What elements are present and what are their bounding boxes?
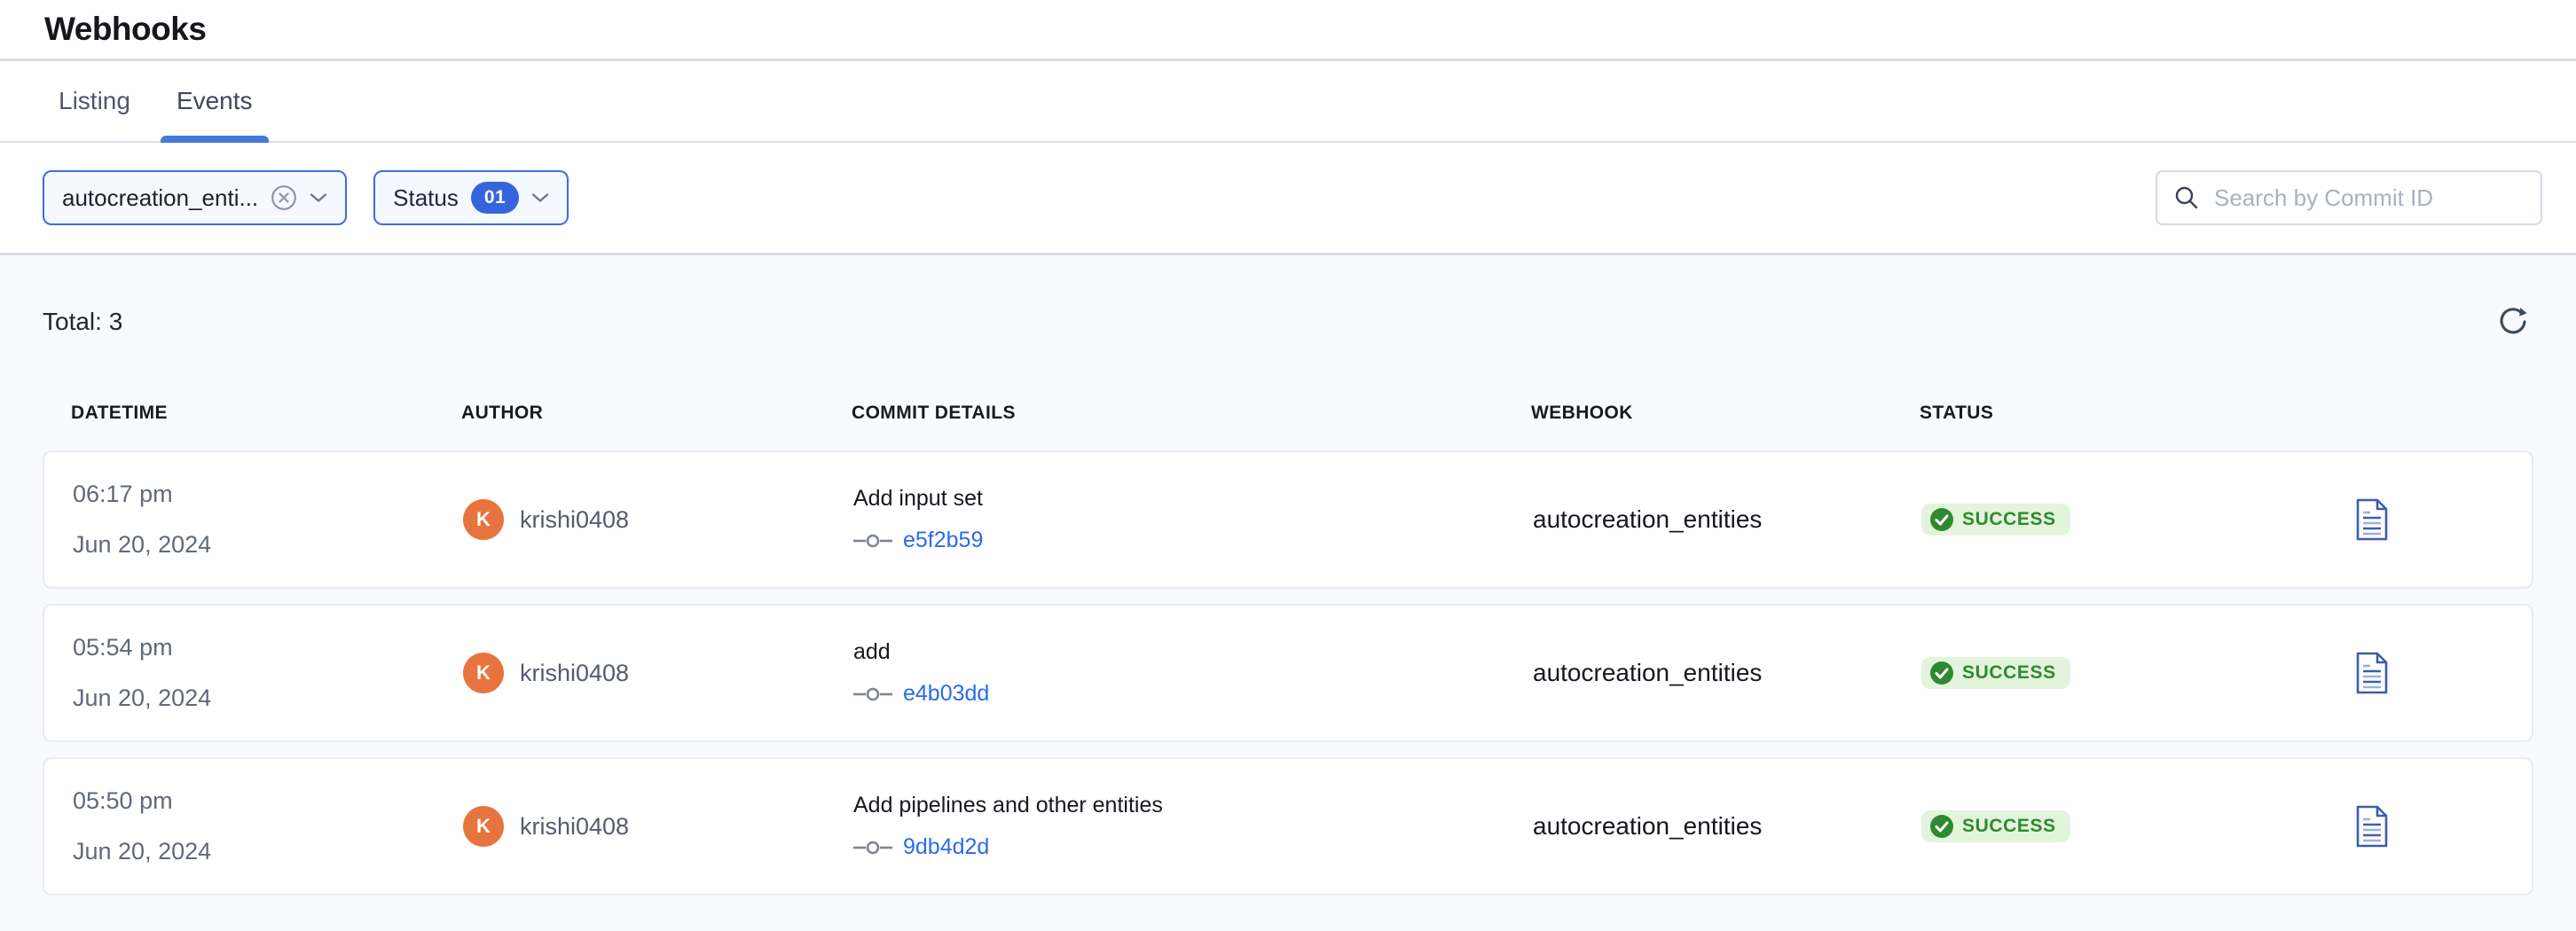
- results-toolbar: Total: 3: [43, 255, 2533, 342]
- col-header-webhook: WEBHOOK: [1531, 403, 1920, 424]
- check-circle-icon: [1930, 661, 1953, 685]
- search-icon: [2173, 184, 2200, 211]
- status-filter-chip[interactable]: Status 01: [373, 170, 569, 225]
- avatar: K: [463, 653, 504, 693]
- commit-details: add e4b03dd: [853, 639, 1533, 707]
- col-header-datetime: DATETIME: [71, 403, 461, 424]
- event-author: K krishi0408: [463, 499, 853, 540]
- col-header-status: STATUS: [1920, 403, 2239, 424]
- status-label: SUCCESS: [1962, 816, 2056, 837]
- table-row[interactable]: 05:54 pm Jun 20, 2024 K krishi0408 add: [43, 604, 2533, 742]
- status-filter-count-badge: 01: [471, 182, 519, 214]
- table-header-row: DATETIME AUTHOR COMMIT DETAILS WEBHOOK S…: [43, 403, 2533, 424]
- circled-x-icon[interactable]: [271, 184, 297, 211]
- event-date: Jun 20, 2024: [73, 531, 463, 559]
- col-header-commit-details: COMMIT DETAILS: [852, 403, 1531, 424]
- commit-id-link[interactable]: e4b03dd: [903, 681, 989, 707]
- check-circle-icon: [1930, 815, 1953, 838]
- author-name: krishi0408: [520, 660, 629, 687]
- tab-listing[interactable]: Listing: [43, 61, 146, 141]
- status-label: SUCCESS: [1962, 662, 2056, 684]
- payload-button[interactable]: [2353, 650, 2391, 696]
- commit-search-input[interactable]: [2214, 184, 2525, 212]
- document-icon: [2355, 652, 2389, 694]
- commit-message: Add input set: [853, 486, 1533, 512]
- table-row[interactable]: 06:17 pm Jun 20, 2024 K krishi0408 Add i…: [43, 450, 2533, 589]
- git-commit-icon: [853, 840, 892, 856]
- author-name: krishi0408: [520, 506, 629, 534]
- page-header: Webhooks: [0, 0, 2576, 61]
- event-author: K krishi0408: [463, 806, 853, 847]
- event-datetime: 05:54 pm Jun 20, 2024: [73, 634, 463, 712]
- event-author: K krishi0408: [463, 653, 853, 693]
- webhook-filter-label: autocreation_enti...: [62, 184, 258, 212]
- commit-id-link[interactable]: 9db4d2d: [903, 834, 989, 860]
- avatar: K: [463, 806, 504, 847]
- payload-button[interactable]: [2353, 497, 2391, 543]
- status-label: SUCCESS: [1962, 509, 2056, 530]
- webhook-name: autocreation_entities: [1533, 505, 1921, 534]
- commit-details: Add input set e5f2b59: [853, 486, 1533, 553]
- chevron-down-icon[interactable]: [531, 192, 549, 203]
- filter-bar: autocreation_enti... Status 01: [0, 143, 2576, 255]
- webhook-name: autocreation_entities: [1533, 812, 1921, 841]
- refresh-button[interactable]: [2493, 301, 2533, 342]
- page-title: Webhooks: [44, 11, 206, 48]
- event-date: Jun 20, 2024: [73, 685, 463, 712]
- col-header-author: AUTHOR: [461, 403, 852, 424]
- table-row[interactable]: 05:50 pm Jun 20, 2024 K krishi0408 Add p…: [43, 757, 2533, 896]
- tabbar: Listing Events: [0, 61, 2576, 143]
- avatar: K: [463, 499, 504, 540]
- event-datetime: 05:50 pm Jun 20, 2024: [73, 787, 463, 865]
- event-datetime: 06:17 pm Jun 20, 2024: [73, 481, 463, 559]
- commit-details: Add pipelines and other entities 9db4d2d: [853, 793, 1533, 860]
- event-time: 05:54 pm: [73, 634, 463, 661]
- event-date: Jun 20, 2024: [73, 838, 463, 865]
- tab-events[interactable]: Events: [161, 61, 269, 141]
- commit-search-box: [2156, 170, 2542, 225]
- status-filter-label: Status: [393, 184, 459, 212]
- status-badge: SUCCESS: [1921, 657, 2070, 689]
- document-icon: [2355, 498, 2389, 541]
- webhook-name: autocreation_entities: [1533, 659, 1921, 687]
- commit-message: add: [853, 639, 1533, 665]
- event-time: 05:50 pm: [73, 787, 463, 815]
- git-commit-icon: [853, 686, 892, 702]
- commit-id-link[interactable]: e5f2b59: [903, 528, 983, 553]
- webhook-filter-chip[interactable]: autocreation_enti...: [43, 170, 347, 225]
- git-commit-icon: [853, 533, 892, 549]
- events-content: Total: 3 DATETIME AUTHOR COMMIT DETAILS …: [0, 255, 2576, 931]
- check-circle-icon: [1930, 508, 1953, 531]
- commit-message: Add pipelines and other entities: [853, 793, 1533, 818]
- chevron-down-icon[interactable]: [310, 192, 327, 203]
- author-name: krishi0408: [520, 813, 629, 841]
- event-time: 06:17 pm: [73, 481, 463, 508]
- status-badge: SUCCESS: [1921, 810, 2070, 842]
- status-badge: SUCCESS: [1921, 504, 2070, 536]
- total-count-label: Total: 3: [43, 308, 122, 336]
- document-icon: [2355, 805, 2389, 848]
- payload-button[interactable]: [2353, 803, 2391, 849]
- refresh-icon: [2496, 305, 2530, 339]
